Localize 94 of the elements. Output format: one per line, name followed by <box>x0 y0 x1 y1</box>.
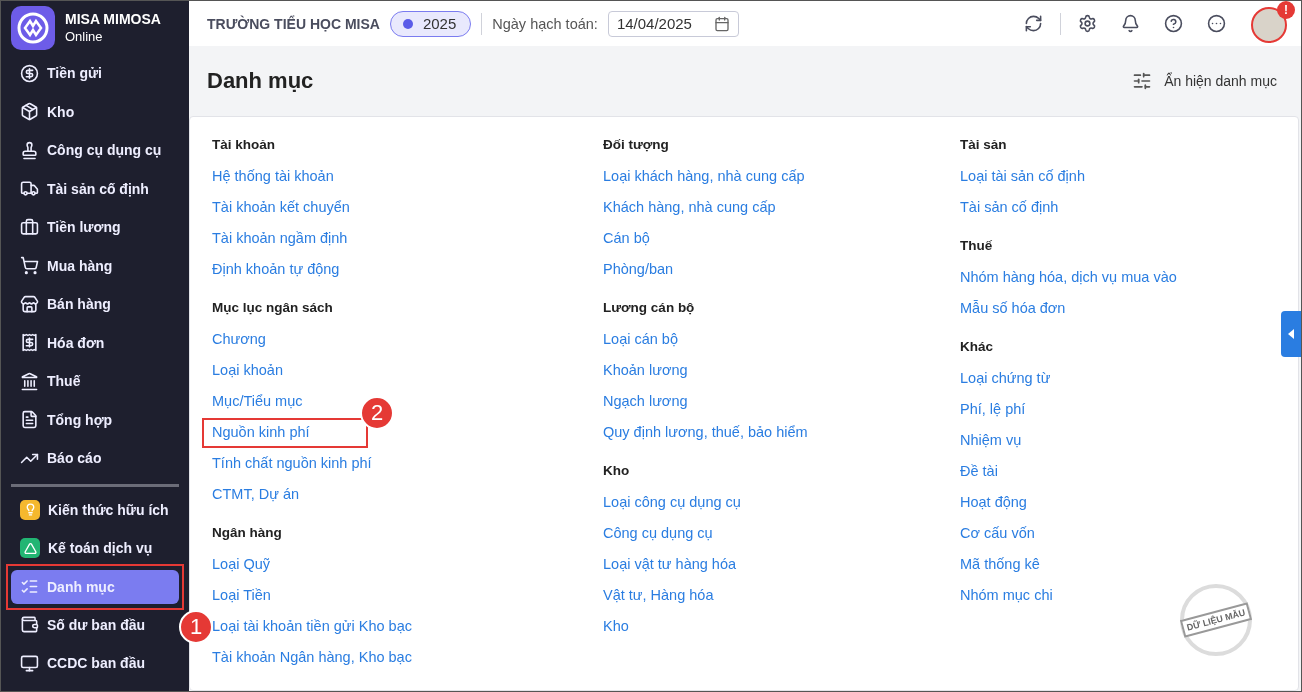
collapse-handle[interactable] <box>1281 311 1301 357</box>
bank-icon <box>20 371 39 391</box>
group-title: Tài khoản <box>212 137 276 154</box>
catalog-link[interactable]: Quy định lương, thuế, bảo hiểm <box>603 423 808 440</box>
year-selector[interactable]: 2025 <box>389 10 472 37</box>
sidebar-item[interactable]: Tài sản cố định <box>11 169 179 208</box>
catalog-link[interactable]: Loại tài khoản tiền gửi Kho bạc <box>212 617 412 634</box>
catalog-link[interactable]: Loại công cụ dụng cụ <box>603 493 741 510</box>
sidebar-item[interactable]: Số dư ban đầu <box>11 605 179 644</box>
sample-data-stamp: DỮ LIỆU MẪU <box>1180 584 1252 656</box>
catalog-link[interactable]: Nhóm hàng hóa, dịch vụ mua vào <box>960 268 1177 285</box>
catalog-link[interactable]: Hệ thống tài khoản <box>212 167 334 184</box>
group-title: Khác <box>960 339 994 356</box>
logo-icon <box>11 5 55 50</box>
date-field[interactable]: 14/04/2025 <box>607 10 739 37</box>
store-icon <box>20 294 39 314</box>
calendar-icon <box>713 15 730 32</box>
sliders-icon <box>1132 71 1153 91</box>
sidebar-item[interactable]: Kho <box>11 92 179 131</box>
document-icon <box>20 410 39 430</box>
catalog-link[interactable]: Nhiệm vụ <box>960 431 1022 448</box>
sidebar-item[interactable]: Hóa đơn <box>11 323 179 362</box>
catalog-link[interactable]: Loại khoản <box>212 361 283 378</box>
wallet-icon <box>20 615 39 635</box>
sidebar-item[interactable]: Mua hàng <box>11 246 179 285</box>
catalog-link[interactable]: CTMT, Dự án <box>212 485 300 502</box>
sidebar-item[interactable]: Thuế <box>11 362 179 401</box>
dollar-coin-icon <box>20 63 39 83</box>
group-title: Kho <box>603 463 631 480</box>
catalog-link[interactable]: Định khoản tự động <box>212 260 340 277</box>
caret-icon <box>1288 329 1294 339</box>
monitor-icon <box>20 653 39 673</box>
sidebar-item[interactable]: Công cụ dụng cụ <box>11 131 179 170</box>
group-title: Thuế <box>960 238 994 255</box>
sidebar-item[interactable]: Kế toán dịch vụ <box>11 529 179 568</box>
catalog-link[interactable]: Hoạt động <box>960 493 1027 510</box>
sidebar-item[interactable]: Tiền gửi <box>11 54 179 93</box>
catalog-link[interactable]: Đề tài <box>960 462 998 479</box>
catalog-link[interactable]: Mục/Tiểu mục <box>212 392 303 409</box>
brand-name: MISA MIMOSA <box>65 9 161 28</box>
truck-icon <box>20 179 39 199</box>
catalog-link[interactable]: Loại khách hàng, nhà cung cấp <box>603 167 805 184</box>
catalog-link[interactable]: Tài khoản ngầm định <box>212 229 348 246</box>
page-title: Danh mục <box>207 68 314 94</box>
catalog-link[interactable]: Loại Quỹ <box>212 555 271 572</box>
catalog-link[interactable]: Mã thống kê <box>960 555 1040 572</box>
catalog-link[interactable]: Cơ cấu vốn <box>960 524 1035 541</box>
catalog-link[interactable]: Nhóm mục chi <box>960 586 1053 603</box>
catalog-link[interactable]: Loại tài sản cố định <box>960 167 1085 184</box>
catalog-link[interactable]: Khoản lương <box>603 361 688 378</box>
group-title: Mục lục ngân sách <box>212 300 334 317</box>
organization-name: TRƯỜNG TIỂU HỌC MISA <box>207 15 380 32</box>
catalog-link[interactable]: Khách hàng, nhà cung cấp <box>603 198 776 215</box>
brand-subtitle: Online <box>65 27 104 46</box>
group-title: Tài sản <box>960 137 1008 154</box>
sidebar-item[interactable]: Báo cáo <box>11 439 179 478</box>
date-label: Ngày hạch toán: <box>492 15 598 32</box>
group-title: Ngân hàng <box>212 525 283 542</box>
group-title: Lương cán bộ <box>603 300 696 317</box>
sidebar-item[interactable]: Danh mục <box>11 569 179 604</box>
catalog-link[interactable]: Loại chứng từ <box>960 369 1051 386</box>
sidebar-item[interactable]: Tiền lương <box>11 208 179 247</box>
sidebar-item[interactable]: Kiến thức hữu ích <box>11 490 179 529</box>
catalog-link[interactable]: Chương <box>212 330 266 347</box>
toggle-categories-button[interactable]: Ẩn hiện danh mục <box>1126 70 1283 92</box>
briefcase-icon <box>20 217 39 237</box>
catalog-link[interactable]: Ngạch lương <box>603 392 688 409</box>
catalog-link[interactable]: Phí, lệ phí <box>960 400 1026 417</box>
catalog-link[interactable]: Cán bộ <box>603 229 650 246</box>
box-icon <box>20 102 39 122</box>
sidebar-item[interactable]: CCDC ban đầu <box>11 644 179 683</box>
receipt-icon <box>20 333 39 353</box>
catalog-link[interactable]: Công cụ dụng cụ <box>603 524 713 541</box>
group-title: Đối tượng <box>603 137 670 154</box>
alert-badge: ! <box>1277 1 1295 19</box>
cart-icon <box>20 256 39 276</box>
catalog-link[interactable]: Tài sản cố định <box>960 198 1059 215</box>
catalog-link[interactable]: Loại cán bộ <box>603 330 678 347</box>
catalog-link[interactable]: Nguồn kinh phí <box>212 423 310 440</box>
catalog-link[interactable]: Tài khoản Ngân hàng, Kho bạc <box>212 648 412 665</box>
avatar[interactable] <box>1251 6 1287 43</box>
catalog-link[interactable]: Mẫu số hóa đơn <box>960 299 1066 316</box>
catalog-link[interactable]: Tính chất nguồn kinh phí <box>212 454 372 471</box>
catalog-link[interactable]: Phòng/ban <box>603 260 674 277</box>
sidebar-item[interactable]: Bán hàng <box>11 285 179 324</box>
stamp-icon <box>20 140 39 160</box>
catalog-link[interactable]: Kho <box>603 617 629 634</box>
catalog-link[interactable]: Vật tư, Hàng hóa <box>603 586 714 603</box>
step-callout: 2 <box>360 396 394 430</box>
catalog-link[interactable]: Loại Tiền <box>212 586 271 603</box>
checklist-icon <box>20 577 39 596</box>
sidebar-item[interactable]: Tổng hợp <box>11 400 179 439</box>
catalog-link[interactable]: Tài khoản kết chuyển <box>212 198 350 215</box>
catalog-link[interactable]: Loại vật tư hàng hóa <box>603 555 737 572</box>
